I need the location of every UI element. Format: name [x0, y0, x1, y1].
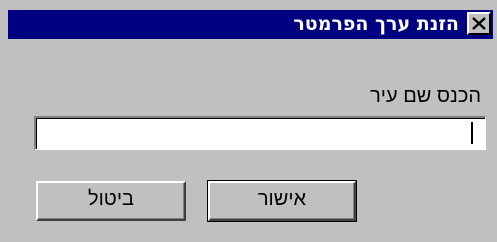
text-caret	[471, 122, 473, 144]
parameter-value-dialog: הזנת ערך הפרמטר הכנס שם עיר אישור ביטול	[0, 0, 497, 242]
prompt-label: הכנס שם עיר	[370, 85, 481, 107]
dialog-titlebar[interactable]: הזנת ערך הפרמטר	[8, 10, 493, 39]
close-x-icon	[472, 17, 486, 30]
parameter-value-input[interactable]	[34, 116, 486, 150]
cancel-button[interactable]: ביטול	[36, 181, 186, 221]
dialog-title: הזנת ערך הפרמטר	[293, 13, 459, 35]
close-button[interactable]	[467, 12, 491, 35]
ok-button[interactable]: אישור	[207, 180, 357, 222]
